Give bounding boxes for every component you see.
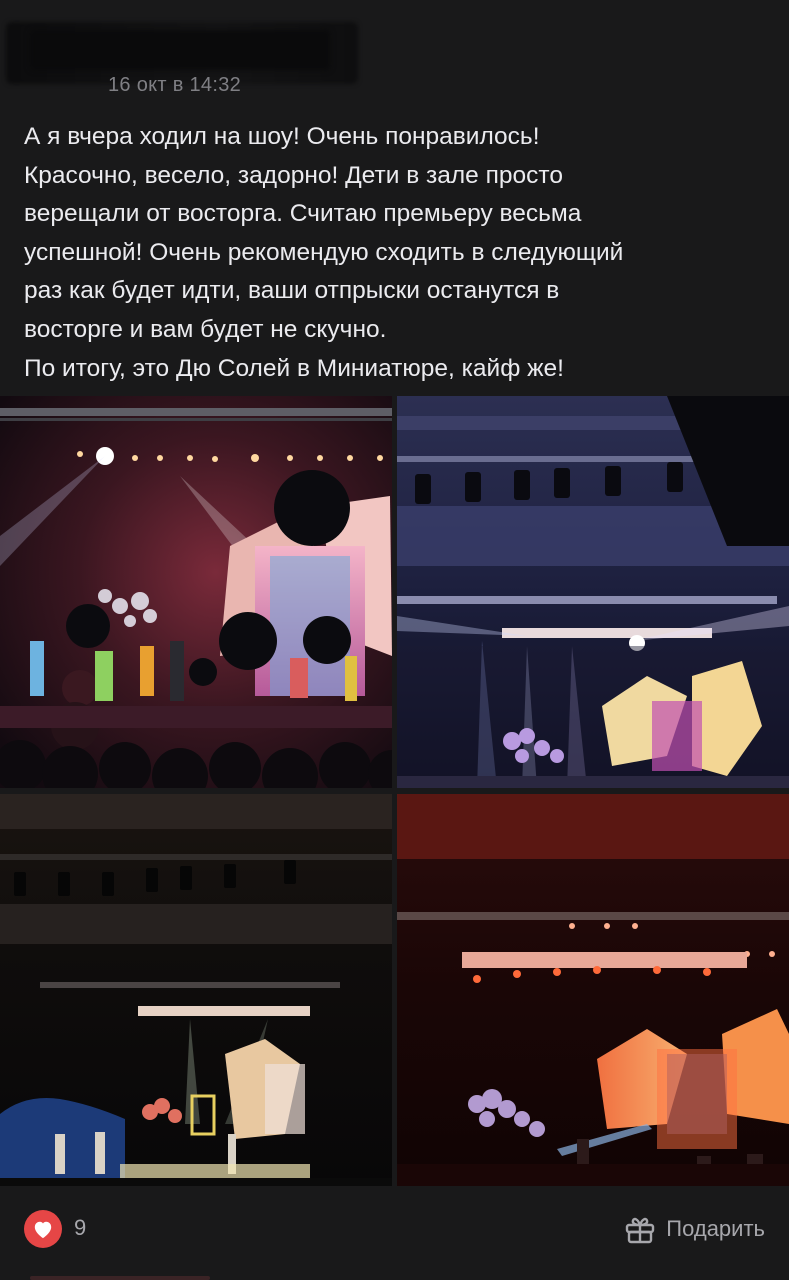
photo-1-image bbox=[0, 396, 392, 788]
photo-2-image bbox=[397, 396, 789, 788]
next-post-edge bbox=[30, 1276, 210, 1280]
redacted-author-blur bbox=[30, 30, 330, 70]
gift-button[interactable]: Подарить bbox=[624, 1212, 765, 1246]
like-button[interactable] bbox=[24, 1210, 62, 1248]
photo-4-image bbox=[397, 794, 789, 1186]
gift-label: Подарить bbox=[666, 1216, 765, 1241]
like-count: 9 bbox=[74, 1215, 87, 1240]
post-footer: 9 Подарить bbox=[0, 1190, 789, 1280]
post-timestamp[interactable]: 16 окт в 14:32 bbox=[108, 74, 241, 97]
photo-1[interactable] bbox=[0, 396, 392, 788]
photo-3-image bbox=[0, 794, 392, 1186]
heart-icon bbox=[34, 1221, 52, 1239]
photo-4[interactable] bbox=[397, 794, 789, 1186]
photo-grid bbox=[0, 396, 789, 1186]
photo-2[interactable] bbox=[397, 396, 789, 788]
gift-icon bbox=[626, 1217, 655, 1244]
post-text: А я вчера ходил на шоу! Очень понравилос… bbox=[24, 123, 624, 382]
post-header: 16 окт в 14:32 bbox=[0, 0, 789, 110]
photo-3[interactable] bbox=[0, 794, 392, 1186]
